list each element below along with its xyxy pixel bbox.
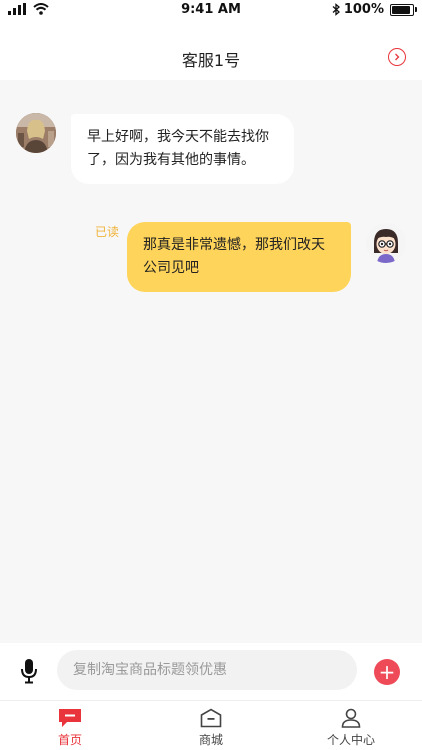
chat-area[interactable]: 早上好啊，我今天不能去找你了，因为我有其他的事情。 已读 那真是非常遗憾，那我们… xyxy=(0,80,422,643)
message-bubble-received: 早上好啊，我今天不能去找你了，因为我有其他的事情。 xyxy=(71,114,294,184)
tab-mall[interactable]: 商城 xyxy=(171,707,251,748)
tab-profile[interactable]: 个人中心 xyxy=(311,707,391,748)
tab-profile-label: 个人中心 xyxy=(326,733,375,747)
read-status: 已读 xyxy=(95,225,120,239)
shop-icon xyxy=(171,707,251,729)
tab-home[interactable]: 首页 xyxy=(30,707,110,748)
plus-icon[interactable]: + xyxy=(374,659,400,685)
chevron-right-circle-icon[interactable] xyxy=(388,48,406,66)
tab-home-label: 首页 xyxy=(57,733,82,747)
cartoon-girl-avatar[interactable] xyxy=(366,223,406,263)
input-bar: 复制淘宝商品标题领优惠 + xyxy=(0,643,422,700)
status-bar-right: 100% xyxy=(332,2,417,17)
battery-percent: 100% xyxy=(343,2,384,17)
status-bar: 9:41 AM 100% xyxy=(0,0,422,20)
user-icon xyxy=(311,707,391,729)
page-title: 客服1号 xyxy=(181,51,241,70)
user-photo-avatar[interactable] xyxy=(16,113,56,153)
bluetooth-icon xyxy=(332,3,340,16)
chat-bubble-icon xyxy=(30,707,110,729)
tab-bar: 首页 商城 个人中心 xyxy=(0,700,422,750)
message-bubble-sent: 那真是非常遗憾，那我们改天公司见吧 xyxy=(127,222,351,292)
battery-level xyxy=(392,5,410,14)
battery-icon xyxy=(390,3,417,16)
message-input[interactable]: 复制淘宝商品标题领优惠 xyxy=(57,650,357,690)
tab-mall-label: 商城 xyxy=(198,733,223,747)
microphone-icon[interactable] xyxy=(20,658,38,688)
nav-bar: 客服1号 xyxy=(0,20,422,80)
